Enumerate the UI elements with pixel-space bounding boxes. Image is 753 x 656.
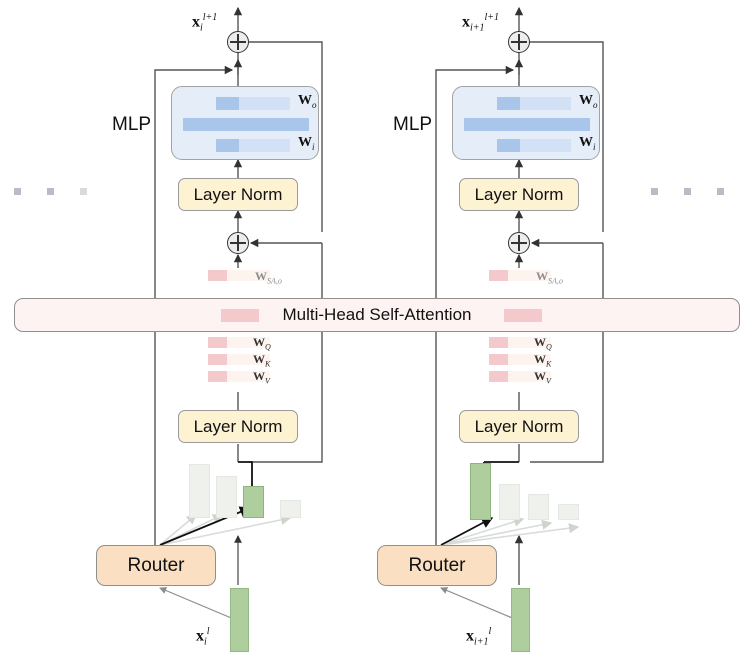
sao-sub-left: SA,o [267, 276, 282, 286]
attn-weight-sao-label-left: WSA,o [255, 269, 282, 286]
mhsa-label: Multi-Head Self-Attention [282, 305, 472, 324]
input-sub-right: i+1 [474, 636, 489, 648]
attn-weight-k-label-right: WK [534, 352, 552, 369]
input-sup-right: l [488, 626, 492, 637]
sao-sub-right: SA,o [548, 276, 563, 286]
residual-add-attn-right [508, 232, 530, 254]
expert-bar-3-left [243, 486, 264, 518]
output-label-right: xi+1l+1 [462, 12, 500, 34]
wi-sub-left: i [312, 141, 315, 152]
mlp-weight-wi-bar-right [497, 139, 571, 152]
residual-add-mlp-right [508, 31, 530, 53]
mlp-weight-wo-label-left: Wo [298, 93, 317, 110]
mlp-label-right: MLP [393, 114, 433, 135]
ellipsis-left [14, 188, 87, 195]
attn-weight-q-label-left: WQ [253, 335, 271, 352]
ellipsis-dot [651, 188, 658, 195]
attn-weight-sao-label-right: WSA,o [536, 269, 563, 286]
expert-bar-4-left [280, 500, 301, 518]
wo-sub-left: o [312, 99, 317, 110]
expert-bars-left [185, 462, 315, 518]
q-sub-left: Q [265, 342, 271, 352]
mlp-block-left: Wo Wi [171, 86, 319, 160]
mhsa-bar-left [221, 309, 259, 322]
output-label-left: xil+1 [192, 12, 218, 34]
mlp-label-left: MLP [112, 114, 152, 135]
ellipsis-dot [47, 188, 54, 195]
expert-bar-4-right [558, 504, 579, 520]
mlp-weight-wo-label-right: Wo [579, 93, 598, 110]
mlp-hidden-bar-left [183, 118, 309, 131]
ellipsis-dot [80, 188, 87, 195]
ellipsis-dot [717, 188, 724, 195]
output-sup-right: l+1 [484, 12, 500, 23]
mlp-weight-wi-label-left: Wi [298, 135, 315, 152]
ellipsis-right [651, 188, 724, 195]
layer-norm-bottom-left: Layer Norm [178, 410, 298, 443]
mlp-weight-wi-label-right: Wi [579, 135, 596, 152]
mlp-weight-wo-bar-right [497, 97, 571, 110]
output-sup-left: l+1 [202, 12, 218, 23]
router-left[interactable]: Router [96, 545, 216, 586]
mlp-weight-wo-bar-left [216, 97, 290, 110]
layer-norm-top-left: Layer Norm [178, 178, 298, 211]
input-label-left: xil [196, 626, 210, 648]
wo-sub-right: o [593, 99, 598, 110]
expert-bar-2-right [499, 484, 520, 520]
v-sub-left: V [265, 376, 270, 386]
residual-add-attn-left [227, 232, 249, 254]
k-sub-right: K [546, 359, 552, 369]
expert-bar-1-right [470, 463, 491, 520]
attn-weight-v-label-right: WV [534, 369, 551, 386]
expert-bar-3-right [528, 494, 549, 520]
residual-add-mlp-left [227, 31, 249, 53]
q-sub-right: Q [546, 342, 552, 352]
input-sup-left: l [206, 626, 210, 637]
diagram-canvas: xil+1 MLP Wo Wi Layer Norm WSA,o WQ WK W… [0, 0, 753, 656]
input-label-right: xi+1l [466, 626, 492, 648]
layer-norm-bottom-right: Layer Norm [459, 410, 579, 443]
mhsa-bar-right [504, 309, 542, 322]
ellipsis-dot [684, 188, 691, 195]
output-sub-right: i+1 [470, 22, 485, 34]
mlp-block-right: Wo Wi [452, 86, 600, 160]
ellipsis-dot [14, 188, 21, 195]
v-sub-right: V [546, 376, 551, 386]
input-token-bar-left [230, 588, 249, 652]
input-token-bar-right [511, 588, 530, 652]
attn-weight-v-label-left: WV [253, 369, 270, 386]
input-sub-left: i [204, 636, 207, 648]
expert-bar-1-left [189, 464, 210, 518]
attn-weight-q-label-right: WQ [534, 335, 552, 352]
mlp-hidden-bar-right [464, 118, 590, 131]
expert-bar-2-left [216, 476, 237, 518]
attn-weight-k-label-left: WK [253, 352, 271, 369]
multi-head-self-attention-block: Multi-Head Self-Attention [14, 298, 740, 332]
expert-bars-right [466, 462, 596, 520]
k-sub-left: K [265, 359, 271, 369]
mlp-weight-wi-bar-left [216, 139, 290, 152]
router-right[interactable]: Router [377, 545, 497, 586]
layer-norm-top-right: Layer Norm [459, 178, 579, 211]
output-sub-left: i [200, 22, 203, 34]
wi-sub-right: i [593, 141, 596, 152]
